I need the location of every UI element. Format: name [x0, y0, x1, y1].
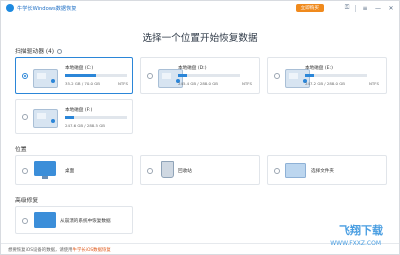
- drive-usage-bar: [65, 74, 127, 77]
- drive-name: 本地磁盘 (C:): [65, 66, 94, 71]
- footer-text: 想要恢复iOS设备的数据，请使用: [8, 248, 73, 253]
- drive-name: 本地磁盘 (E:): [305, 66, 333, 71]
- location-recycle-bin[interactable]: 回收站: [140, 155, 260, 185]
- title-bar: 牛学长Windows数据恢复 立即购买 ⚿ ≡ — ✕: [1, 1, 399, 15]
- location-select-folder[interactable]: 选择文件夹: [267, 155, 387, 185]
- watermark-text: 飞翔下载: [339, 224, 383, 237]
- drive-card-f[interactable]: 本地磁盘 (F:) 247.6 GB / 288.5 GB: [15, 99, 133, 134]
- drive-name: 本地磁盘 (D:): [178, 66, 207, 71]
- folder-icon: [285, 163, 306, 178]
- app-logo-icon: [6, 4, 14, 12]
- divider: [355, 4, 356, 12]
- crashed-system-icon: [34, 212, 56, 228]
- drive-size: 35.2 GB / 70.0 GB: [65, 81, 100, 86]
- minimize-icon[interactable]: —: [373, 3, 383, 13]
- desktop-icon: [34, 161, 56, 179]
- location-label: 桌面: [65, 169, 75, 174]
- refresh-icon[interactable]: [57, 49, 63, 54]
- drive-radio[interactable]: [274, 73, 280, 79]
- drives-section-title: 扫描驱动器 (4): [15, 46, 63, 55]
- drive-usage-bar: [178, 74, 240, 77]
- drive-size: 245.4 GB / 288.0 GB: [178, 81, 218, 86]
- drive-radio[interactable]: [147, 73, 153, 79]
- hard-drive-icon: [33, 109, 58, 128]
- advanced-section-title: 高级修复: [15, 198, 39, 204]
- drive-card-d[interactable]: 本地磁盘 (D:) 245.4 GB / 288.0 GB NTFS: [140, 57, 260, 94]
- location-radio[interactable]: [22, 168, 28, 174]
- drive-usage-bar: [65, 116, 127, 119]
- drive-filesystem: NTFS: [369, 81, 379, 86]
- drive-radio[interactable]: [22, 114, 28, 120]
- drive-size: 247.2 GB / 288.0 GB: [305, 81, 345, 86]
- app-window: 牛学长Windows数据恢复 立即购买 ⚿ ≡ — ✕ 选择一个位置开始恢复数据…: [0, 0, 400, 255]
- recycle-bin-icon: [161, 161, 174, 178]
- menu-icon[interactable]: ≡: [360, 3, 370, 13]
- drive-radio[interactable]: [22, 73, 28, 79]
- location-radio[interactable]: [147, 168, 153, 174]
- drive-usage-bar: [305, 74, 367, 77]
- key-icon[interactable]: ⚿: [342, 3, 352, 13]
- location-label: 选择文件夹: [311, 169, 334, 174]
- ios-recovery-link[interactable]: 牛学长iOS数据恢复: [73, 248, 111, 253]
- app-title: 牛学长Windows数据恢复: [17, 5, 77, 12]
- drive-filesystem: NTFS: [242, 81, 252, 86]
- hard-drive-icon: [33, 69, 58, 88]
- close-icon[interactable]: ✕: [386, 3, 396, 13]
- page-title: 选择一个位置开始恢复数据: [142, 33, 258, 44]
- location-radio[interactable]: [274, 168, 280, 174]
- advanced-label: 从崩溃的系统中恢复数据: [60, 219, 111, 224]
- drive-card-e[interactable]: 本地磁盘 (E:) 247.2 GB / 288.0 GB NTFS: [267, 57, 387, 94]
- drives-section-label: 扫描驱动器 (4): [15, 49, 55, 55]
- drive-filesystem: NTFS: [118, 81, 128, 86]
- drive-size: 247.6 GB / 288.5 GB: [65, 123, 105, 128]
- watermark-url: WWW.FXXZ.COM: [330, 240, 381, 247]
- advanced-crashed-system[interactable]: 从崩溃的系统中恢复数据: [15, 206, 133, 234]
- advanced-radio[interactable]: [22, 218, 28, 224]
- drive-card-c[interactable]: 本地磁盘 (C:) 35.2 GB / 70.0 GB NTFS: [15, 57, 133, 94]
- upgrade-button[interactable]: 立即购买: [295, 4, 324, 12]
- drive-name: 本地磁盘 (F:): [65, 108, 93, 113]
- location-label: 回收站: [178, 169, 192, 174]
- locations-section-title: 位置: [15, 147, 27, 153]
- location-desktop[interactable]: 桌面: [15, 155, 133, 185]
